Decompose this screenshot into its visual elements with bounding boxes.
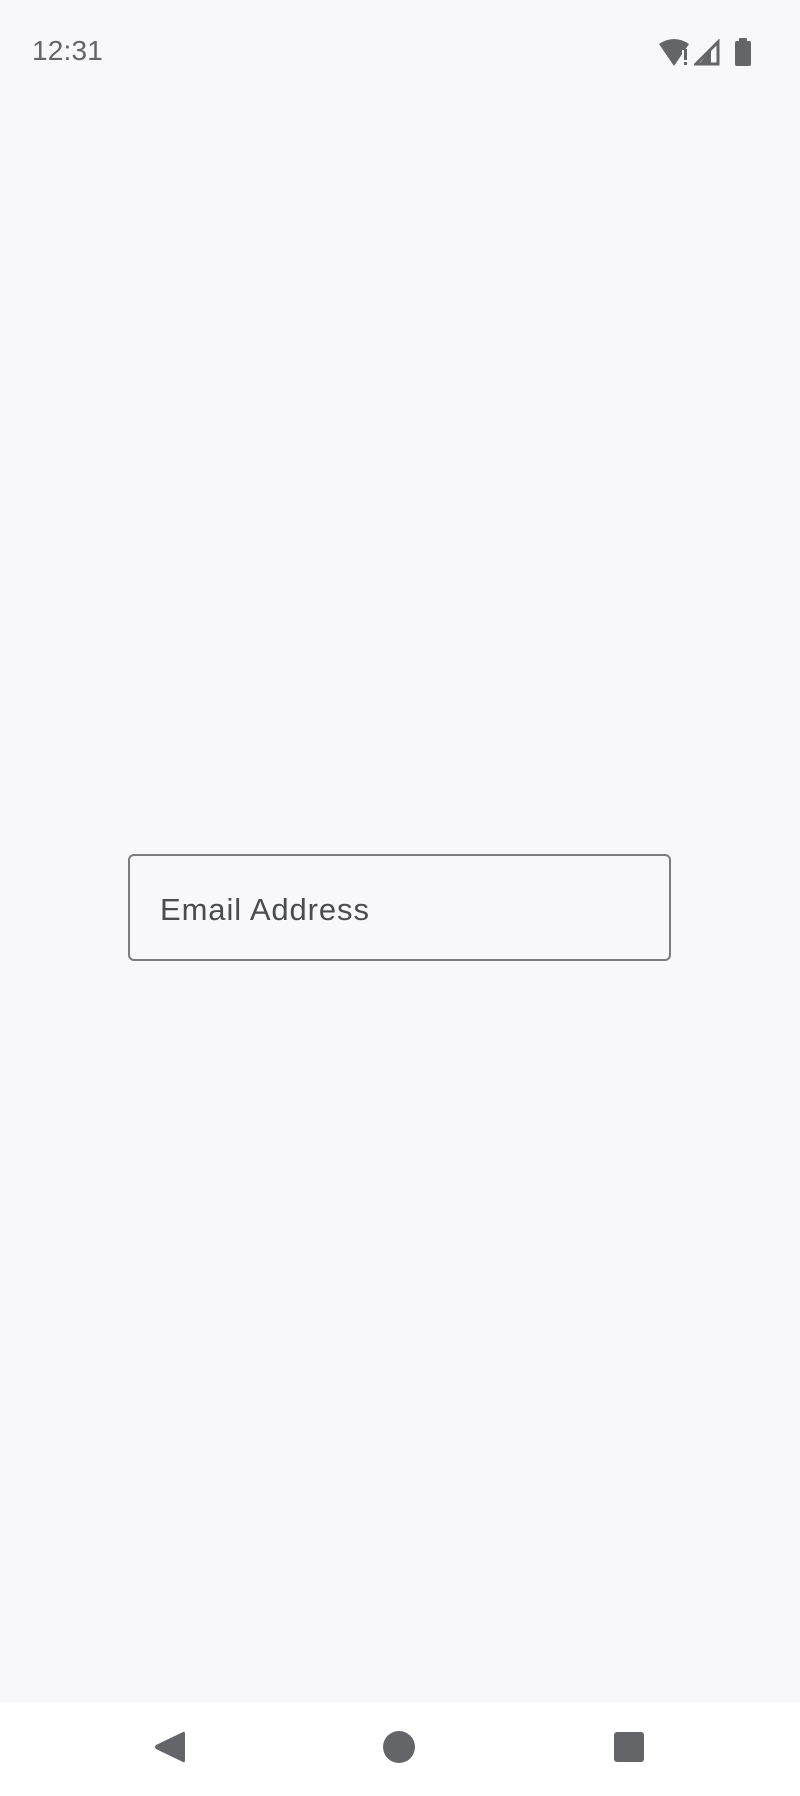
recents-icon (613, 1731, 645, 1768)
system-navigation-bar (0, 1702, 800, 1796)
status-icons (657, 35, 752, 69)
battery-icon (734, 38, 752, 66)
cellular-signal-icon (694, 38, 721, 66)
status-bar: 12:31 (0, 0, 800, 104)
back-icon (153, 1729, 187, 1770)
back-button[interactable] (145, 1724, 195, 1774)
email-field[interactable]: Email Address (128, 854, 671, 961)
email-placeholder: Email Address (160, 892, 370, 927)
recents-button[interactable] (604, 1724, 654, 1774)
status-time: 12:31 (32, 35, 104, 66)
home-icon (381, 1729, 417, 1770)
wifi-alert-icon (657, 37, 691, 67)
home-button[interactable] (374, 1724, 424, 1774)
